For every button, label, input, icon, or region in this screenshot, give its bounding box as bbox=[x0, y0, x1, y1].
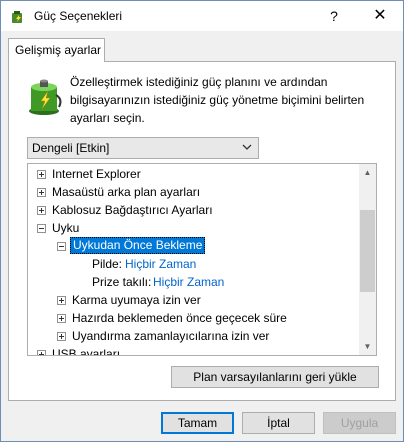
expand-icon[interactable] bbox=[57, 332, 66, 341]
expand-icon[interactable] bbox=[37, 350, 46, 355]
scrollbar-thumb[interactable] bbox=[360, 210, 375, 292]
tree-item-label: Masaüstü arka plan ayarları bbox=[52, 185, 201, 199]
apply-button: Uygula bbox=[323, 412, 396, 434]
tree-item-label: Uyandırma zamanlayıcılarına izin ver bbox=[72, 329, 270, 343]
tree-item-label: Hazırda beklemeden önce geçecek süre bbox=[72, 311, 287, 325]
expand-icon[interactable] bbox=[57, 314, 66, 323]
tree-item-label: USB ayarları bbox=[52, 347, 121, 355]
restore-defaults-button[interactable]: Plan varsayılanlarını geri yükle bbox=[171, 366, 379, 388]
chevron-down-icon bbox=[242, 144, 252, 150]
settings-tree[interactable]: Internet Explorer Masaüstü arka plan aya… bbox=[27, 163, 377, 356]
expand-icon[interactable] bbox=[37, 170, 46, 179]
scroll-down-icon[interactable]: ▼ bbox=[359, 338, 376, 355]
tree-item-label-selected: Uykudan Önce Bekleme bbox=[70, 237, 206, 254]
setting-label: Pilde: bbox=[92, 257, 123, 271]
title-bar: Güç Seçenekleri ? ✕ bbox=[1, 1, 403, 31]
ok-button[interactable]: Tamam bbox=[161, 412, 234, 434]
tree-item-label: Uyku bbox=[52, 221, 80, 235]
power-options-icon bbox=[12, 11, 22, 23]
expand-icon[interactable] bbox=[37, 206, 46, 215]
close-button[interactable]: ✕ bbox=[357, 1, 403, 31]
collapse-icon[interactable] bbox=[57, 242, 66, 251]
power-plan-select[interactable]: Dengeli [Etkin] bbox=[27, 137, 259, 159]
description-text: Özelleştirmek istediğiniz güç planını ve… bbox=[70, 75, 365, 125]
power-options-dialog: Güç Seçenekleri ? ✕ Gelişmiş ayarlar Öze… bbox=[0, 0, 404, 442]
tree-item-label: Karma uyumaya izin ver bbox=[72, 293, 201, 307]
tree-items: Internet Explorer Masaüstü arka plan aya… bbox=[28, 164, 361, 355]
battery-power-icon bbox=[29, 79, 62, 115]
scroll-up-icon[interactable]: ▲ bbox=[359, 164, 376, 181]
power-plan-value: Dengeli [Etkin] bbox=[32, 141, 110, 155]
setting-value-link[interactable]: Hiçbir Zaman bbox=[153, 273, 224, 291]
collapse-icon[interactable] bbox=[37, 224, 46, 233]
setting-value-link[interactable]: Hiçbir Zaman bbox=[125, 255, 196, 273]
tree-item-label: Internet Explorer bbox=[52, 167, 141, 181]
tab-advanced-settings[interactable]: Gelişmiş ayarlar bbox=[8, 38, 105, 62]
expand-icon[interactable] bbox=[57, 296, 66, 305]
help-button[interactable]: ? bbox=[311, 1, 357, 31]
vertical-scrollbar[interactable]: ▲ ▼ bbox=[359, 164, 376, 355]
tree-item-label: Kablosuz Bağdaştırıcı Ayarları bbox=[52, 203, 213, 217]
window-title: Güç Seçenekleri bbox=[34, 9, 123, 23]
expand-icon[interactable] bbox=[37, 188, 46, 197]
setting-label: Prize takılı: bbox=[92, 275, 152, 289]
cancel-button[interactable]: İptal bbox=[242, 412, 315, 434]
